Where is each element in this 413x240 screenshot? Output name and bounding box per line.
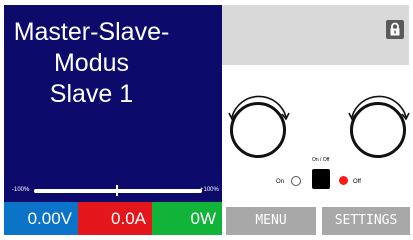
readout-row: 0.00V 0.0A 0W <box>4 202 222 235</box>
voltage-readout: 0.00V <box>4 202 78 235</box>
lock-button[interactable] <box>386 20 404 39</box>
bar-max-label: +100% <box>200 187 219 193</box>
level-bar-center-mark <box>116 185 118 196</box>
current-readout: 0.0A <box>78 202 152 235</box>
settings-button[interactable]: SETTINGS <box>322 207 410 235</box>
lock-icon <box>390 22 400 36</box>
rotary-knob-icon <box>350 102 406 158</box>
control-panel-header <box>222 5 409 65</box>
onoff-label: On / Off <box>312 157 330 163</box>
on-led-icon <box>291 176 301 186</box>
control-panel: On / Off On Off <box>222 5 410 202</box>
on-label: On <box>276 179 285 185</box>
bar-min-label: -100% <box>12 187 30 193</box>
status-line-2: Modus <box>53 49 130 77</box>
off-led-icon <box>339 176 348 185</box>
onoff-button[interactable] <box>312 169 330 189</box>
device-screen: Master-Slave- Modus Slave 1 -100% +100% … <box>0 0 413 240</box>
off-label: Off <box>353 179 361 185</box>
level-bar-fill <box>34 189 202 193</box>
rotary-knob-icon <box>230 102 286 158</box>
status-message: Master-Slave- Modus Slave 1 <box>4 17 179 110</box>
status-panel: Master-Slave- Modus Slave 1 -100% +100% <box>4 5 222 202</box>
power-readout: 0W <box>152 202 222 235</box>
status-line-3: Slave 1 <box>49 80 134 108</box>
menu-button[interactable]: MENU <box>226 207 316 235</box>
status-line-1: Master-Slave- <box>13 18 170 46</box>
level-bar <box>34 189 202 193</box>
